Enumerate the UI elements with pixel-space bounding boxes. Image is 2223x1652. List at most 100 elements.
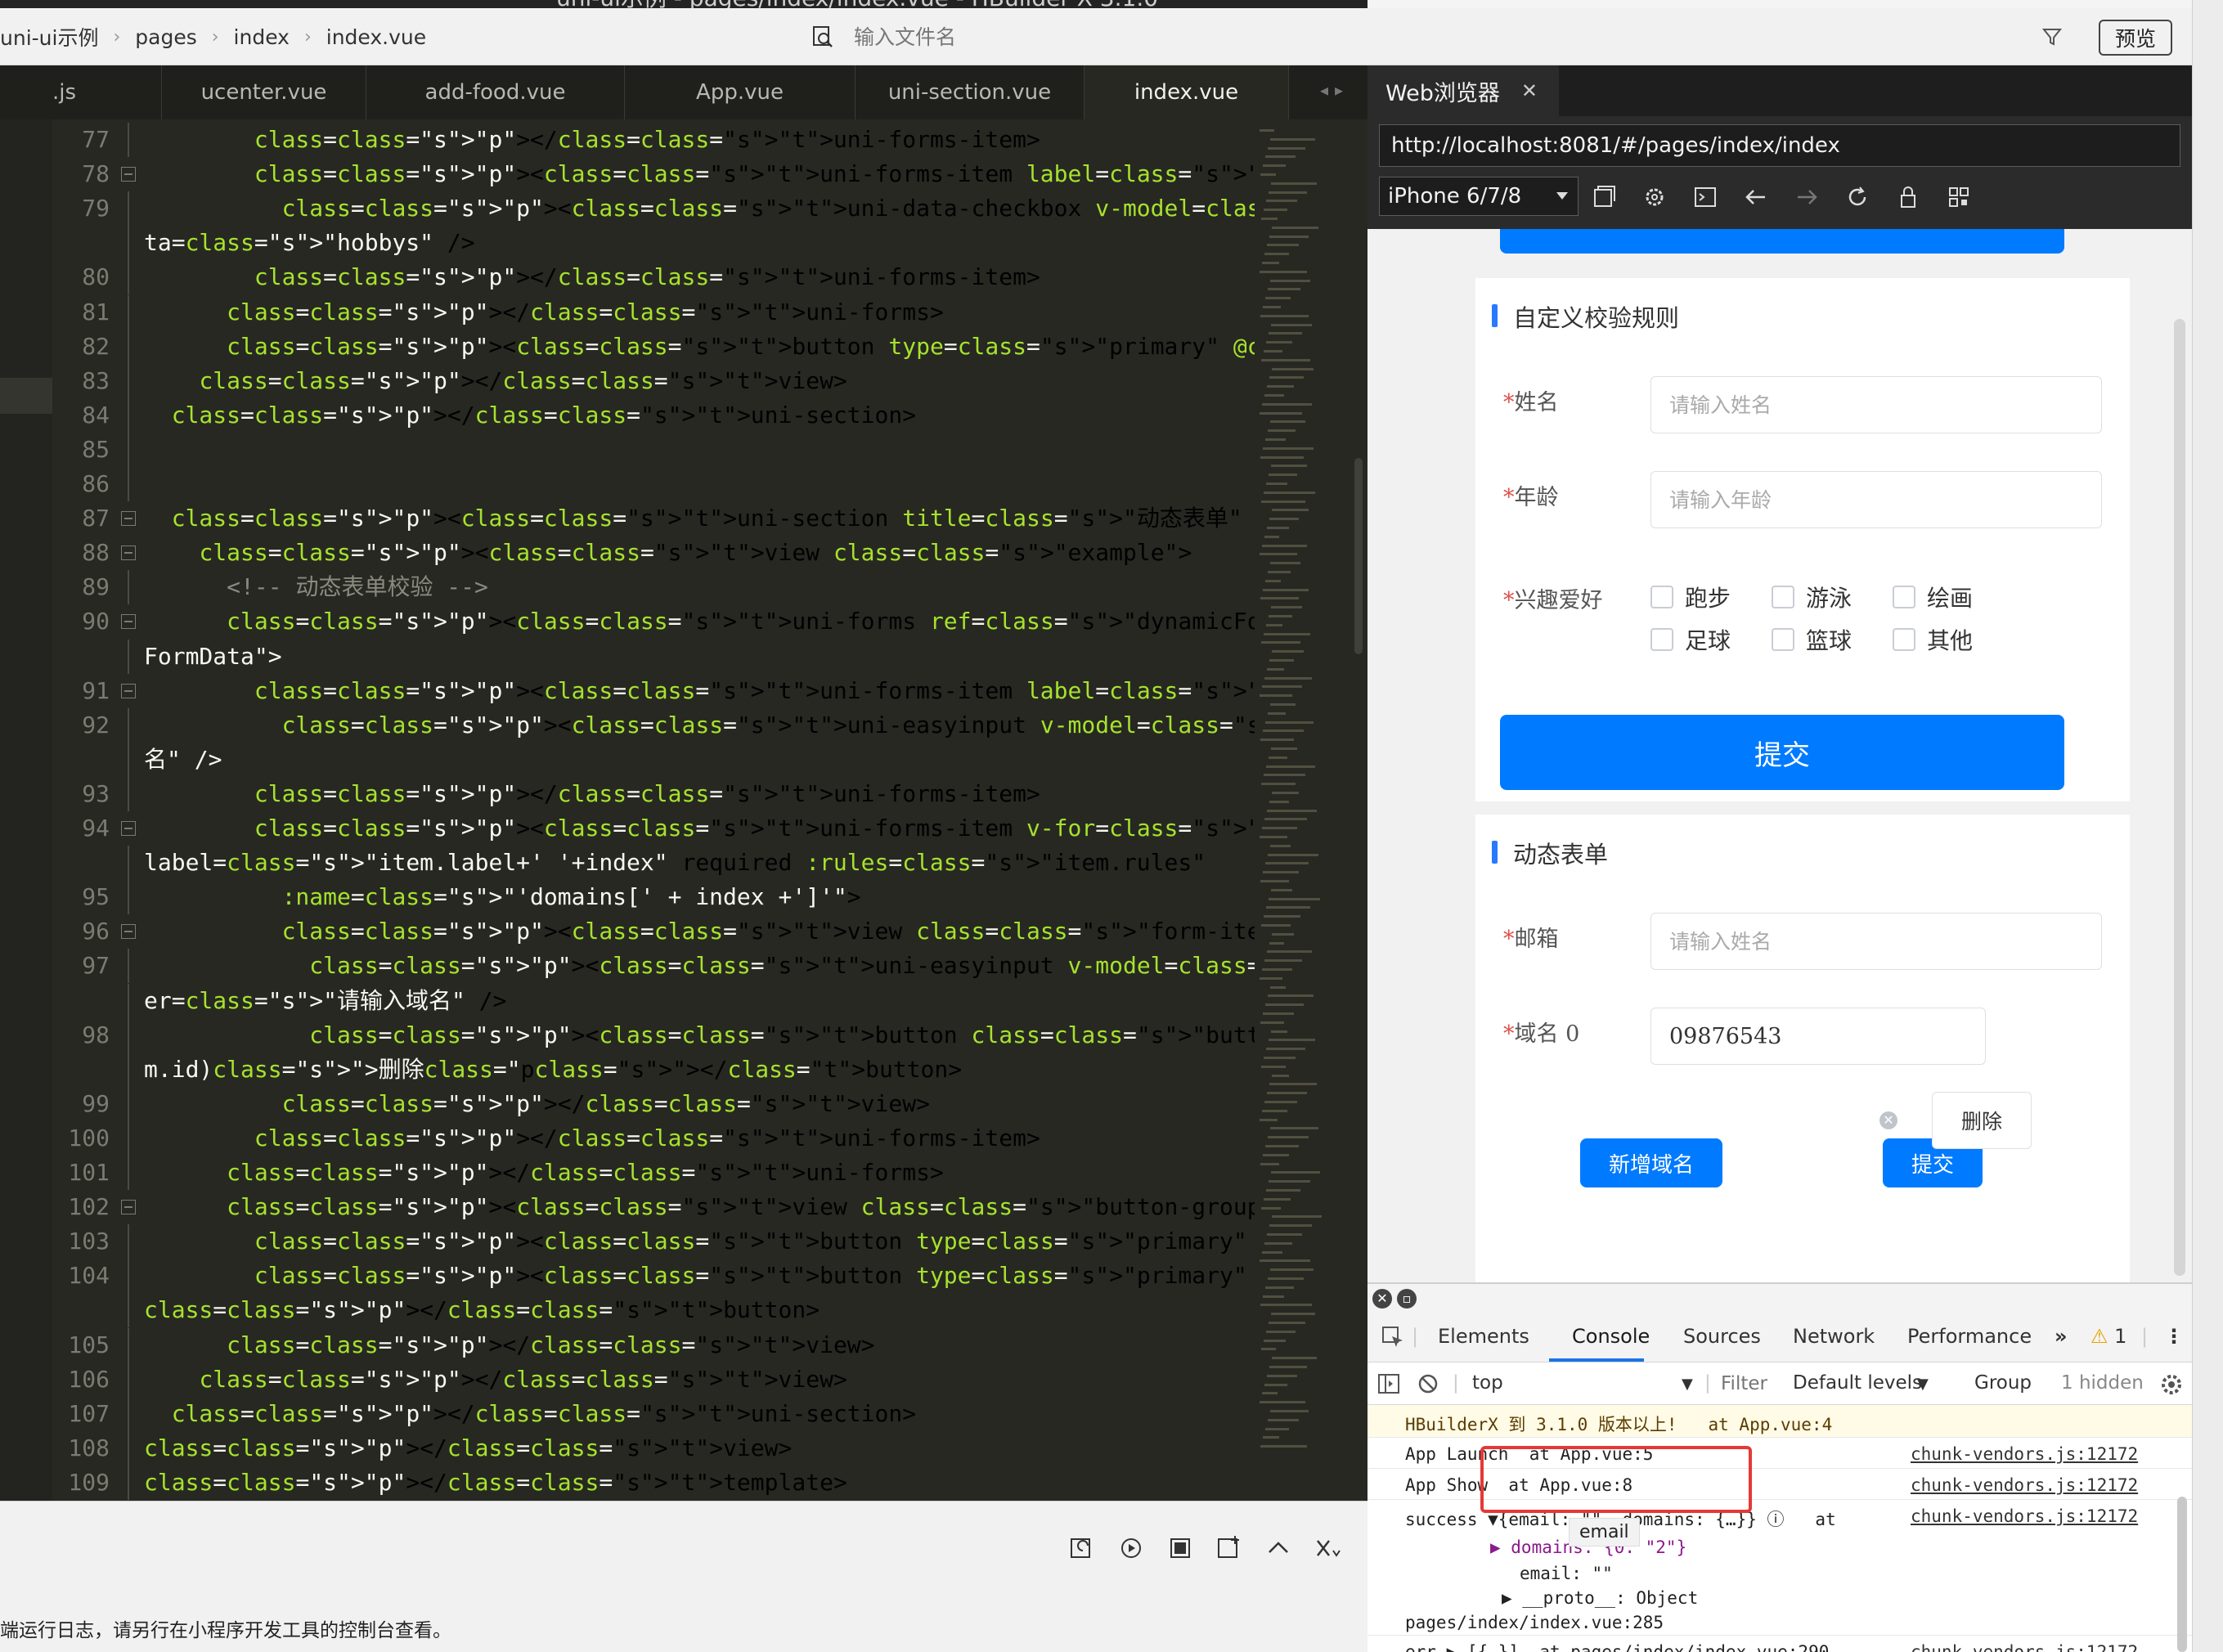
lock-icon[interactable] bbox=[1894, 183, 1922, 211]
browser-tab[interactable]: Web浏览器 ✕ bbox=[1367, 65, 1559, 116]
tab-index[interactable]: index.vue bbox=[1085, 65, 1289, 119]
qrcode-icon[interactable] bbox=[1945, 183, 1973, 211]
console-source-link[interactable]: chunk-vendors.js:12172 bbox=[1911, 1506, 2138, 1526]
code-line[interactable]: er=class="s">"请输入域名" /> bbox=[52, 983, 1255, 1018]
reload-log-icon[interactable] bbox=[1068, 1534, 1096, 1562]
line-number[interactable]: 106 bbox=[52, 1362, 110, 1397]
inspect-element-icon[interactable] bbox=[1381, 1325, 1405, 1354]
line-number[interactable]: 86 bbox=[52, 467, 110, 501]
tab-console[interactable]: Console bbox=[1572, 1325, 1650, 1348]
code-line[interactable]: 84 class=class="s">"p"></class=class="s"… bbox=[52, 397, 1255, 433]
hobby-checkbox-swimming[interactable]: 游泳 bbox=[1772, 581, 1852, 613]
code-line[interactable]: 103 class=class="s">"p"><class=class="s"… bbox=[52, 1224, 1255, 1259]
code-line[interactable]: 100 class=class="s">"p"></class=class="s… bbox=[52, 1120, 1255, 1156]
code-line[interactable]: 86 bbox=[52, 467, 1255, 501]
breadcrumb-project[interactable]: uni-ui示例 bbox=[0, 22, 98, 52]
age-input[interactable] bbox=[1650, 471, 2102, 528]
line-number[interactable]: 95 bbox=[52, 880, 110, 914]
minimap[interactable] bbox=[1255, 119, 1353, 1501]
refresh-icon[interactable] bbox=[1844, 183, 1871, 211]
code-line[interactable]: 83 class=class="s">"p"></class=class="s"… bbox=[52, 363, 1255, 398]
close-panel-icon[interactable] bbox=[1314, 1534, 1341, 1562]
code-line[interactable]: m.id)class="s">">删除class="pclass="s">"><… bbox=[52, 1052, 1255, 1087]
line-number[interactable]: 101 bbox=[52, 1156, 110, 1190]
line-number[interactable]: 77 bbox=[52, 123, 110, 157]
hobby-checkbox-painting[interactable]: 绘画 bbox=[1893, 581, 1973, 613]
line-number[interactable]: 83 bbox=[52, 364, 110, 398]
fold-toggle-icon[interactable] bbox=[121, 545, 136, 561]
line-number[interactable]: 93 bbox=[52, 777, 110, 811]
console-row[interactable]: HBuilderX 到 3.1.0 版本以上! at App.vue:4 bbox=[1367, 1405, 2192, 1438]
console-source-link[interactable]: chunk-vendors.js:12172 bbox=[1911, 1444, 2138, 1464]
line-number[interactable]: 98 bbox=[52, 1018, 110, 1053]
code-line[interactable]: 105 class=class="s">"p"></class=class="s… bbox=[52, 1327, 1255, 1362]
tab-network[interactable]: Network bbox=[1793, 1325, 1875, 1348]
hobby-checkbox-football[interactable]: 足球 bbox=[1650, 623, 1731, 656]
code-line[interactable]: 109 class=class="s">"p"></class=class="s"… bbox=[52, 1465, 1255, 1500]
line-number[interactable]: 104 bbox=[52, 1259, 110, 1293]
url-input[interactable] bbox=[1379, 124, 2180, 167]
code-line[interactable]: 104 class=class="s">"p"><class=class="s"… bbox=[52, 1259, 1255, 1294]
code-line[interactable]: 85 bbox=[52, 432, 1255, 467]
caret-down-icon[interactable]: ▼ bbox=[1682, 1376, 1693, 1393]
fold-toggle-icon[interactable] bbox=[121, 614, 136, 630]
kebab-menu-icon[interactable]: ⋮ bbox=[2164, 1325, 2184, 1348]
code-line[interactable]: 名" /> bbox=[52, 742, 1255, 777]
settings-icon[interactable] bbox=[1641, 183, 1668, 211]
line-number[interactable]: 80 bbox=[52, 260, 110, 294]
code-line[interactable]: 102 class=class="s">"p"><class=class="s"… bbox=[52, 1190, 1255, 1224]
code-line[interactable]: 91 class=class="s">"p"><class=class="s">… bbox=[52, 674, 1255, 708]
square-icon[interactable] bbox=[1166, 1534, 1194, 1562]
code-line[interactable]: 97 class=class="s">"p"><class=class="s">… bbox=[52, 949, 1255, 984]
line-number[interactable]: 109 bbox=[52, 1466, 110, 1500]
add-domain-button[interactable]: 新增域名 bbox=[1580, 1138, 1722, 1187]
line-number[interactable]: 94 bbox=[52, 811, 110, 846]
console-row[interactable]: App Launch at App.vue:5 chunk-vendors.js:… bbox=[1367, 1438, 2192, 1469]
editor-scrollbar[interactable] bbox=[1354, 458, 1363, 654]
domain-input[interactable] bbox=[1650, 1008, 1986, 1065]
name-input[interactable] bbox=[1650, 376, 2102, 433]
previous-submit-button[interactable] bbox=[1500, 229, 2064, 254]
console-row[interactable]: App Show at App.vue:8 chunk-vendors.js:12… bbox=[1367, 1469, 2192, 1500]
console-filter-input[interactable] bbox=[1721, 1369, 1778, 1398]
caret-down-icon[interactable]: ▼ bbox=[1917, 1376, 1929, 1393]
code-line[interactable]: 95 :name=class="s">"'domains[' + index +… bbox=[52, 880, 1255, 915]
fold-toggle-icon[interactable] bbox=[121, 511, 136, 527]
fold-toggle-icon[interactable] bbox=[121, 1200, 136, 1215]
tab-ucenter[interactable]: ucenter.vue bbox=[162, 65, 366, 119]
more-tabs-icon[interactable]: » bbox=[2055, 1325, 2068, 1348]
fold-toggle-icon[interactable] bbox=[121, 683, 136, 698]
code-line[interactable]: 93 class=class="s">"p"></class=class="s"… bbox=[52, 776, 1255, 811]
line-number[interactable]: 78 bbox=[52, 157, 110, 191]
fold-toggle-icon[interactable] bbox=[121, 167, 136, 182]
line-number[interactable]: 99 bbox=[52, 1087, 110, 1121]
log-levels-select[interactable]: Default levels bbox=[1793, 1372, 1922, 1394]
code-line[interactable]: FormData"> bbox=[52, 639, 1255, 674]
console-source-link[interactable]: chunk-vendors.js:12172 bbox=[1911, 1642, 2138, 1652]
code-line[interactable]: 92 class=class="s">"p"><class=class="s">… bbox=[52, 707, 1255, 743]
code-line[interactable]: 90 class=class="s">"p"><class=class="s">… bbox=[52, 604, 1255, 639]
custom-submit-button[interactable]: 提交 bbox=[1500, 715, 2064, 790]
line-number[interactable]: 82 bbox=[52, 330, 110, 364]
file-search-input[interactable] bbox=[854, 19, 1361, 55]
code-area[interactable]: 77 class=class="s">"p"></class=class="s"… bbox=[52, 119, 1255, 1501]
breadcrumb-file[interactable]: index.vue bbox=[326, 25, 426, 49]
code-line[interactable]: ta=class="s">"hobbys" /> bbox=[52, 226, 1255, 261]
code-line[interactable]: 108 class=class="s">"p"></class=class="s"… bbox=[52, 1430, 1255, 1466]
line-number[interactable]: 108 bbox=[52, 1431, 110, 1466]
console-source-link[interactable]: chunk-vendors.js:12172 bbox=[1911, 1475, 2138, 1495]
close-devtools-icon[interactable]: ✕ bbox=[1372, 1289, 1392, 1309]
code-line[interactable]: 106 class=class="s">"p"></class=class="s… bbox=[52, 1362, 1255, 1397]
email-input[interactable] bbox=[1650, 913, 2102, 970]
code-line[interactable]: 88 class=class="s">"p"><class=class="s">… bbox=[52, 536, 1255, 570]
rotate-icon[interactable] bbox=[1590, 183, 1618, 211]
code-line[interactable]: 77 class=class="s">"p"></class=class="s"… bbox=[52, 123, 1255, 157]
line-number[interactable]: 97 bbox=[52, 949, 110, 983]
line-number[interactable]: 81 bbox=[52, 295, 110, 330]
tab-sources[interactable]: Sources bbox=[1683, 1325, 1761, 1348]
tab-app[interactable]: App.vue bbox=[625, 65, 856, 119]
hobby-checkbox-basketball[interactable]: 篮球 bbox=[1772, 623, 1852, 656]
context-select[interactable]: top bbox=[1472, 1372, 1503, 1394]
warning-count[interactable]: ⚠ 1 bbox=[2091, 1325, 2126, 1348]
hobby-checkbox-other[interactable]: 其他 bbox=[1893, 623, 1973, 656]
